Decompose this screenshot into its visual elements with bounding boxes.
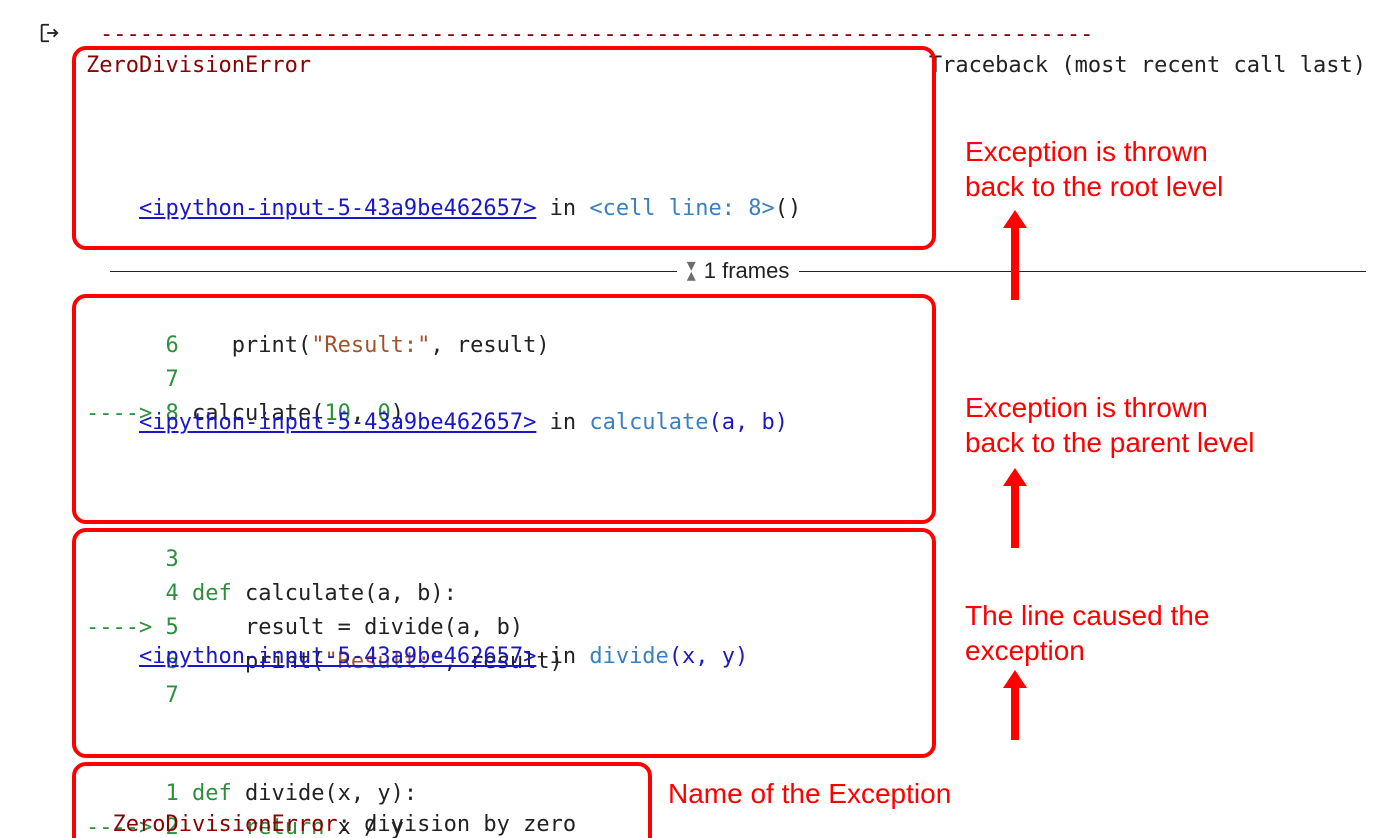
frames-sep-line-left bbox=[110, 271, 677, 272]
final-exception: ZeroDivisionError: division by zero bbox=[72, 762, 652, 838]
traceback-frame-parent: <ipython-input-5-43a9be462657> in calcul… bbox=[72, 294, 936, 524]
up-arrow-icon bbox=[1000, 468, 1030, 554]
frame-context: calculate bbox=[589, 410, 708, 435]
annotation-root-level: Exception is thrown back to the root lev… bbox=[965, 134, 1223, 204]
traceback-frame-origin: <ipython-input-5-43a9be462657> in divide… bbox=[72, 528, 936, 758]
annotation-origin-line: The line caused the exception bbox=[965, 598, 1209, 668]
annotation-parent-level: Exception is thrown back to the parent l… bbox=[965, 390, 1255, 460]
up-arrow-icon bbox=[1000, 210, 1030, 306]
frame-location-link[interactable]: <ipython-input-5-43a9be462657> bbox=[139, 410, 536, 435]
final-exception-name: ZeroDivisionError bbox=[113, 812, 338, 837]
frame-context: divide bbox=[589, 644, 668, 669]
frame-location-link[interactable]: <ipython-input-5-43a9be462657> bbox=[139, 644, 536, 669]
frames-count-label: 1 frames bbox=[704, 258, 790, 284]
expand-collapse-icon[interactable]: ▾▴ bbox=[687, 261, 696, 281]
frame-context: <cell line: 8> bbox=[589, 196, 774, 221]
frame-header: <ipython-input-5-43a9be462657> in calcul… bbox=[86, 372, 922, 474]
frames-separator[interactable]: ▾▴ 1 frames bbox=[110, 258, 1366, 284]
annotation-exception-name: Name of the Exception bbox=[668, 776, 951, 811]
frames-sep-line-right bbox=[799, 271, 1366, 272]
up-arrow-icon bbox=[1000, 670, 1030, 746]
frame-location-link[interactable]: <ipython-input-5-43a9be462657> bbox=[139, 196, 536, 221]
frame-header: <ipython-input-5-43a9be462657> in divide… bbox=[86, 606, 922, 708]
traceback-label: Traceback (most recent call last) bbox=[929, 53, 1366, 78]
final-exception-message: division by zero bbox=[364, 812, 576, 837]
cell-output-icon bbox=[38, 22, 60, 50]
traceback-separator: ----------------------------------------… bbox=[100, 22, 1366, 47]
frame-header: <ipython-input-5-43a9be462657> in <cell … bbox=[86, 158, 922, 260]
traceback-frame-root: <ipython-input-5-43a9be462657> in <cell … bbox=[72, 46, 936, 250]
